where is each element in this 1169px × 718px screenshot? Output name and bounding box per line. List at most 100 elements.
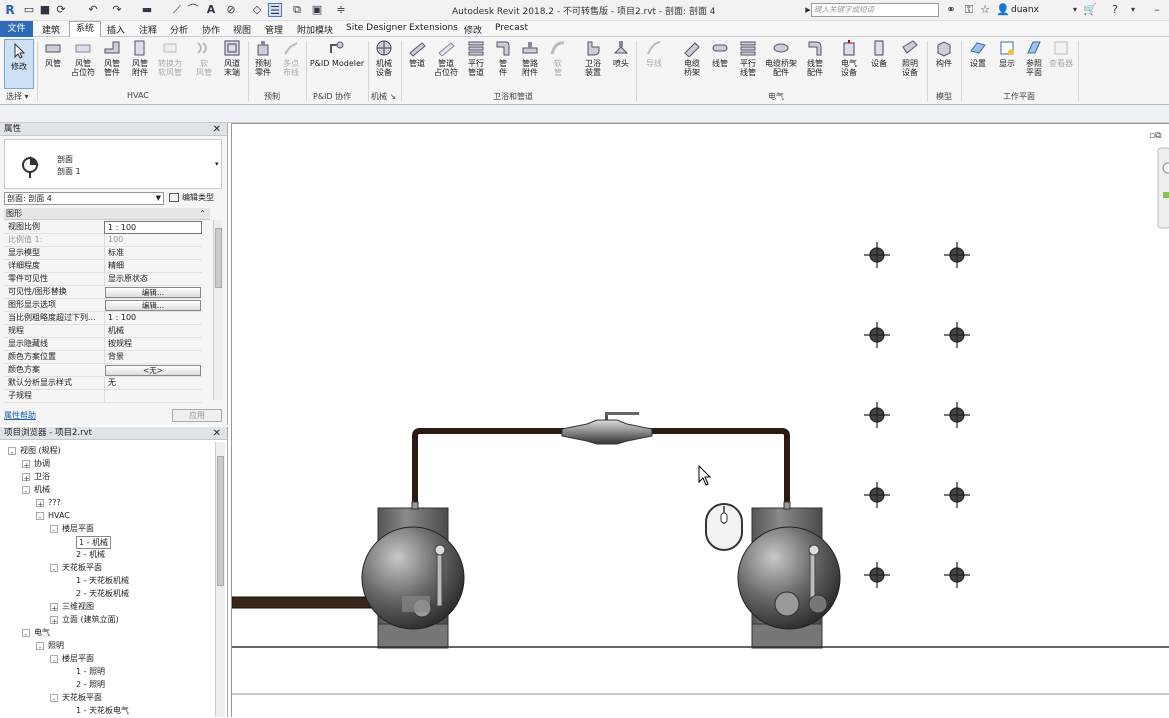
browser-scrollbar[interactable] (215, 442, 225, 717)
tree-item[interactable]: 1 - 天花板电气 (76, 705, 129, 716)
help-dropdown-icon[interactable]: ▾ (1126, 3, 1140, 17)
grid-marker[interactable] (864, 562, 890, 588)
tree-item[interactable]: 立面 (建筑立面) (62, 614, 119, 625)
collapse-icon[interactable]: - (22, 486, 30, 496)
grid-marker[interactable] (944, 242, 970, 268)
property-row[interactable]: 视图比例 1 : 100 (4, 221, 202, 234)
tab-analyze[interactable]: 分析 (170, 23, 188, 36)
cart-icon[interactable]: 🛒 (1083, 3, 1097, 17)
air-terminal-button[interactable]: 风道 末端 (218, 39, 246, 87)
open-icon[interactable]: ▭ (22, 3, 36, 17)
tree-item[interactable]: 1 - 天花板机械 (76, 575, 129, 586)
restore-view-icon[interactable]: ▫⧉ (1149, 131, 1162, 141)
expand-icon[interactable]: + (50, 616, 58, 626)
scroll-thumb[interactable] (217, 456, 224, 586)
collapse-icon[interactable]: - (8, 447, 16, 457)
drawing-canvas[interactable]: ▫⧉ (231, 123, 1169, 717)
show-workplane-button[interactable]: 显示 (993, 39, 1021, 87)
tab-manage[interactable]: 管理 (265, 23, 283, 36)
electrical-equipment-button[interactable]: 电气 设备 (836, 39, 862, 87)
collapse-icon[interactable]: - (50, 694, 58, 704)
collapse-icon[interactable]: - (36, 642, 44, 652)
type-selector[interactable]: 剖面 剖面 1 ▾ (4, 139, 222, 189)
duct-fitting-button[interactable]: 风管 管件 (99, 39, 125, 87)
viewer-button[interactable]: 查看器 (1047, 39, 1075, 87)
customize-qat-icon[interactable]: ≑ (334, 3, 348, 17)
tab-site-designer[interactable]: Site Designer (346, 23, 406, 33)
tree-item[interactable]: 2 - 天花板机械 (76, 588, 129, 599)
tab-architecture[interactable]: 建筑 (42, 23, 60, 36)
zoom-icon[interactable] (1163, 192, 1169, 198)
grid-marker[interactable] (864, 402, 890, 428)
group-select[interactable]: 选择 ▾ (6, 91, 29, 102)
pipe-placeholder-button[interactable]: 管道 占位符 (431, 39, 461, 87)
print-icon[interactable]: ▬ (140, 3, 154, 17)
pipe-accessory-button[interactable]: 管路 附件 (516, 39, 544, 87)
expand-icon[interactable]: + (36, 499, 44, 509)
tab-file[interactable]: 文件 (0, 21, 33, 37)
subscription-icon[interactable]: ⚿ (962, 3, 976, 17)
conduit-fitting-button[interactable]: 线管 配件 (801, 39, 829, 87)
multi-point-routing-button[interactable]: 多点 布线 (278, 39, 304, 87)
close-icon[interactable]: ✕ (213, 123, 221, 136)
user-icon[interactable]: 👤 (996, 3, 1010, 17)
grid-marker[interactable] (944, 562, 970, 588)
lighting-fixture-button[interactable]: 照明 设备 (896, 39, 924, 87)
property-row[interactable]: 显示隐藏线 按规程 (4, 338, 202, 351)
steering-wheel-icon[interactable] (1162, 162, 1169, 174)
tree-item[interactable]: 天花板平面 (62, 562, 102, 573)
section-view-drawing[interactable]: ▫⧉ (232, 124, 1169, 718)
tree-item[interactable]: 协调 (34, 458, 50, 469)
parallel-pipes-button[interactable]: 平行 管道 (462, 39, 490, 87)
binoculars-icon[interactable]: ⚭ (944, 3, 958, 17)
tab-extensions[interactable]: Extensions (409, 23, 458, 33)
modify-button[interactable]: 修改 (4, 39, 34, 89)
tab-collaborate[interactable]: 协作 (202, 23, 220, 36)
conduit-button[interactable]: 线管 (707, 39, 733, 87)
tree-item[interactable]: 2 - 照明 (76, 679, 105, 690)
grid-marker[interactable] (944, 402, 970, 428)
collapse-icon[interactable]: - (50, 525, 58, 535)
duct-accessory-button[interactable]: 风管 附件 (126, 39, 154, 87)
cable-tray-button[interactable]: 电缆 桥架 (678, 39, 706, 87)
user-dropdown-icon[interactable]: ▾ (1068, 3, 1082, 17)
expand-icon[interactable]: + (22, 460, 30, 470)
tree-item[interactable]: ??? (48, 497, 61, 508)
grid-marker[interactable] (864, 242, 890, 268)
device-button[interactable]: 设备 (866, 39, 892, 87)
edit-type-button[interactable]: 编辑类型 (169, 192, 224, 205)
tree-item[interactable]: 楼层平面 (62, 653, 94, 664)
section-icon[interactable]: ◇ (250, 3, 264, 17)
tree-item[interactable]: 天花板平面 (62, 692, 102, 703)
property-value[interactable]: 1 : 100 (104, 221, 202, 234)
grid-marker[interactable] (944, 322, 970, 348)
undo-icon[interactable]: ↶ (86, 3, 100, 17)
tree-item[interactable]: 三维视图 (62, 601, 94, 612)
property-row[interactable]: 颜色方案位置 背景 (4, 351, 202, 364)
duct-placeholder-button[interactable]: 风管 占位符 (68, 39, 98, 87)
property-row[interactable]: 可见性/图形替换 编辑... (4, 286, 202, 299)
collapse-icon[interactable]: ⌃ (199, 208, 206, 219)
measure-icon[interactable]: ⟋ (170, 3, 184, 17)
graphics-section-header[interactable]: 图形 ⌃ (4, 208, 210, 220)
star-icon[interactable]: ☆ (978, 3, 992, 17)
user-name[interactable]: duanx (1011, 5, 1039, 15)
tree-item[interactable]: 卫浴 (34, 471, 50, 482)
tree-item[interactable]: 2 - 机械 (76, 549, 105, 560)
expand-icon[interactable]: + (22, 473, 30, 483)
collapse-icon[interactable]: - (22, 629, 30, 639)
tab-systems[interactable]: 系统 (69, 21, 101, 37)
tab-precast[interactable]: Precast (495, 23, 528, 33)
property-edit-button[interactable]: <无> (105, 365, 201, 376)
pid-modeler-button[interactable]: P&ID Modeler (308, 39, 366, 87)
property-row[interactable]: 图形显示选项 编辑... (4, 299, 202, 312)
instance-filter-select[interactable]: 剖面: 剖面 4 ▼ (4, 192, 164, 205)
properties-help-link[interactable]: 属性帮助 (4, 410, 36, 421)
pipe-fitting-button[interactable]: 管 件 (492, 39, 514, 87)
pipe-button[interactable]: 管道 (404, 39, 430, 87)
properties-scrollbar[interactable] (213, 220, 223, 400)
property-row[interactable]: 颜色方案 <无> (4, 364, 202, 377)
tree-root[interactable]: 视图 (规程) (20, 445, 61, 456)
collapse-icon[interactable]: - (36, 512, 44, 522)
property-row[interactable]: 规程 机械 (4, 325, 202, 338)
